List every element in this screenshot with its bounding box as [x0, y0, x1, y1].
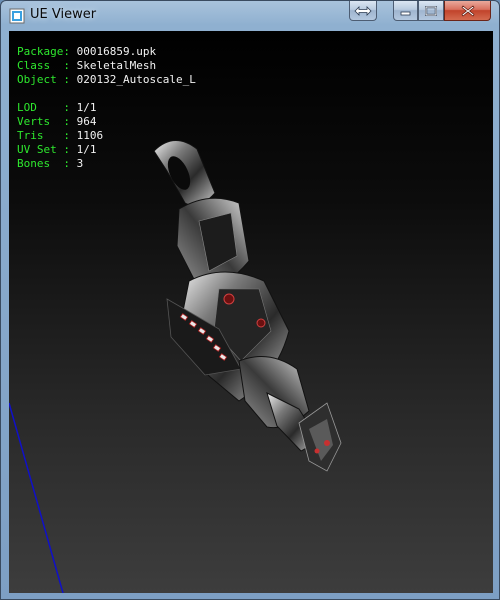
close-icon [461, 4, 474, 17]
info-row-bones: Bones : 3 [17, 157, 83, 171]
restore-button[interactable] [349, 1, 377, 21]
info-value: 3 [76, 157, 84, 170]
info-row-tris: Tris : 1106 [17, 129, 103, 143]
info-label: Package: [17, 45, 70, 58]
info-label: Class : [17, 59, 70, 72]
info-label: Object : [17, 73, 70, 86]
info-value: 1/1 [76, 101, 97, 114]
info-label: Verts : [17, 115, 70, 128]
info-value: SkeletalMesh [76, 59, 157, 72]
info-row-verts: Verts : 964 [17, 115, 96, 129]
mesh-model [153, 140, 342, 472]
maximize-icon [425, 5, 437, 16]
title-bar[interactable]: UE Viewer [1, 1, 499, 31]
info-row-lod: LOD : 1/1 [17, 101, 96, 115]
info-value: 1106 [76, 129, 104, 142]
info-label: UV Set : [17, 143, 70, 156]
3d-viewport[interactable]: Package: 00016859.upk Class : SkeletalMe… [9, 31, 493, 593]
minimize-icon [400, 11, 411, 15]
info-value: 020132_Autoscale_L [76, 73, 196, 86]
info-row-uvset: UV Set : 1/1 [17, 143, 96, 157]
double-arrow-icon [354, 5, 372, 16]
close-button[interactable] [444, 1, 491, 21]
info-label: LOD : [17, 101, 70, 114]
axis-line [9, 402, 64, 593]
app-window: UE Viewer Package: 00016859.upk Class: … [0, 0, 500, 600]
maximize-button[interactable] [418, 1, 444, 21]
info-row-package: Package: 00016859.upk [17, 45, 156, 59]
info-value: 00016859.upk [76, 45, 157, 58]
info-label: Bones : [17, 157, 70, 170]
info-row-object: Object : 020132_Autoscale_L [17, 73, 196, 87]
info-label: Tris : [17, 129, 70, 142]
window-title: UE Viewer [30, 7, 97, 22]
info-value: 964 [76, 115, 97, 128]
minimize-button[interactable] [393, 1, 418, 21]
info-row-class: Class : SkeletalMesh [17, 59, 156, 73]
app-icon [9, 8, 25, 24]
info-value: 1/1 [76, 143, 97, 156]
